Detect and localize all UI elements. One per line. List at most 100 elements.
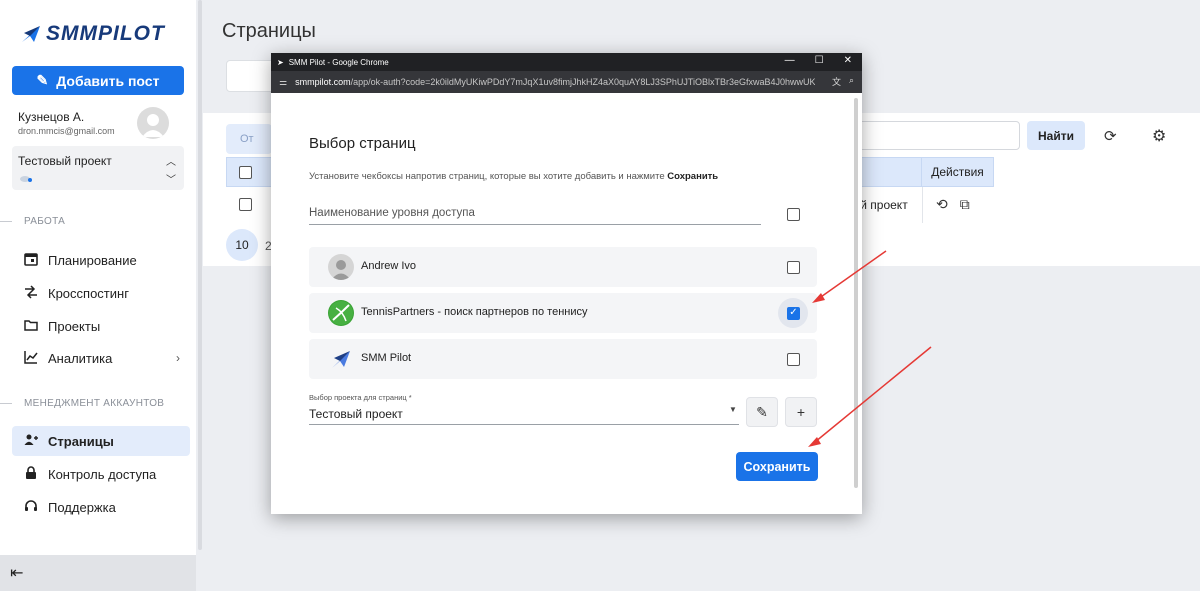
calendar-icon (24, 252, 38, 269)
collapse-icon: ⇤ (10, 565, 24, 582)
site-settings-icon[interactable]: ⚌ (279, 77, 287, 88)
section-work-label: РАБОТА (24, 216, 66, 227)
logo-rocket-icon (22, 26, 40, 42)
page-checkbox-andrew[interactable] (787, 261, 800, 274)
window-controls: — ☐ ✕ (785, 55, 852, 66)
edit-project-button[interactable]: ✎ (746, 397, 778, 427)
unlink-button[interactable]: От (226, 124, 272, 154)
sidebar-item-support[interactable]: Поддержка (12, 492, 190, 522)
add-post-label: Добавить пост (56, 72, 160, 89)
window-title: SMM Pilot - Google Chrome (288, 57, 389, 67)
project-select-value: Тестовый проект (309, 407, 403, 421)
project-select-label: Выбор проекта для страниц * (309, 393, 412, 402)
section-divider (0, 221, 12, 222)
gear-icon[interactable]: ⚙ (1152, 126, 1166, 146)
sidebar-item-crossposting[interactable]: Кросспостинг (12, 278, 190, 308)
access-level-input[interactable]: Наименование уровня доступа (309, 201, 761, 225)
sidebar-item-label: Проекты (48, 318, 101, 334)
zoom-icon[interactable]: ⌕ (849, 75, 854, 88)
crosspost-icon (24, 284, 38, 302)
chevron-down-icon[interactable]: ﹀ (166, 171, 176, 186)
sidebar: SMMPILOT ✎ Добавить пост Кузнецов А. dro… (0, 0, 196, 591)
sidebar-scrollbar[interactable] (198, 0, 202, 550)
sidebar-item-planning[interactable]: Планирование (12, 245, 190, 275)
external-link-icon[interactable]: ⧉ (960, 196, 970, 213)
sidebar-item-pages[interactable]: Страницы (12, 426, 190, 456)
plus-icon: + (796, 404, 806, 420)
add-project-button[interactable]: + (785, 397, 817, 427)
url-path: /app/ok-auth?code=2k0ildMyUKiwPDdY7mJqX1… (350, 77, 816, 87)
headset-icon (24, 499, 38, 516)
avatar[interactable] (137, 107, 169, 139)
logo[interactable]: SMMPILOT (20, 22, 165, 46)
project-select[interactable]: Тестовый проект (309, 403, 739, 425)
url-text[interactable]: smmpilot.com/app/ok-auth?code=2k0ildMyUK… (295, 77, 815, 87)
dialog-title: Выбор страниц (309, 135, 416, 152)
maximize-icon[interactable]: ☐ (815, 55, 824, 66)
dialog-hint-text: Установите чекбоксы напротив страниц, ко… (309, 171, 668, 182)
page-name: SMM Pilot (361, 352, 412, 364)
sidebar-item-access-control[interactable]: Контроль доступа (12, 459, 190, 489)
add-post-button[interactable]: ✎ Добавить пост (12, 66, 184, 95)
translate-icon[interactable]: 文 (832, 75, 841, 88)
chrome-popup-window: ➤ SMM Pilot - Google Chrome — ☐ ✕ ⚌ smmp… (271, 53, 862, 514)
add-user-icon (24, 433, 38, 450)
url-host: smmpilot.com (295, 77, 351, 87)
user-name: Кузнецов А. (18, 110, 85, 124)
window-rocket-icon: ➤ (277, 57, 284, 67)
page-checkbox-tennispartners[interactable]: ✓ (787, 307, 800, 320)
page-size-10[interactable]: 10 (226, 229, 258, 261)
chevron-right-icon: › (176, 351, 180, 365)
page-checkbox-smmpilot[interactable] (787, 353, 800, 366)
minimize-icon[interactable]: — (785, 55, 795, 66)
dialog-hint-bold: Сохранить (667, 171, 719, 182)
smmpilot-logo (328, 346, 354, 372)
lock-icon (24, 465, 38, 483)
sidebar-item-label: Поддержка (48, 499, 116, 515)
page-row-smmpilot[interactable]: SMM Pilot (309, 339, 817, 379)
popup-scrollbar[interactable] (854, 98, 858, 488)
page-row-andrew[interactable]: Andrew Ivo (309, 247, 817, 287)
project-selector[interactable]: Тестовый проект ︿ ﹀ (12, 146, 184, 190)
url-actions: 文 ⌕ (832, 75, 854, 88)
sidebar-item-label: Контроль доступа (48, 466, 157, 482)
page-row-tennispartners[interactable]: TennisPartners - поиск партнеров по тенн… (309, 293, 817, 333)
sidebar-item-projects[interactable]: Проекты (12, 311, 190, 341)
andrew-avatar (328, 254, 354, 280)
page-name: TennisPartners - поиск партнеров по тенн… (361, 306, 588, 318)
page-title: Страницы (222, 20, 316, 42)
edit-icon: ✎ (36, 72, 49, 88)
user-email: dron.mmcis@gmail.com (18, 126, 115, 136)
logo-text: SMMPILOT (46, 22, 165, 45)
project-name: Тестовый проект (18, 154, 112, 168)
caret-down-icon[interactable]: ▼ (729, 405, 737, 414)
find-button[interactable]: Найти (1027, 121, 1085, 150)
access-level-placeholder: Наименование уровня доступа (309, 207, 475, 219)
window-titlebar: ➤ SMM Pilot - Google Chrome — ☐ ✕ (271, 53, 862, 71)
search-input[interactable] (858, 121, 1020, 150)
actions-column-header: Действия (921, 158, 993, 186)
save-button[interactable]: Сохранить (736, 452, 818, 481)
section-divider (0, 403, 12, 404)
address-bar[interactable]: ⚌ smmpilot.com/app/ok-auth?code=2k0ildMy… (271, 71, 862, 93)
refresh-icon[interactable]: ⟳ (1104, 127, 1117, 145)
project-cloud-icon (20, 176, 32, 182)
sync-icon[interactable]: ⟲ (936, 196, 948, 213)
close-icon[interactable]: ✕ (844, 55, 852, 66)
collapse-sidebar-button[interactable]: ⇤ (0, 555, 196, 591)
dialog-hint: Установите чекбоксы напротив страниц, ко… (309, 171, 718, 182)
chart-icon (24, 350, 38, 367)
sidebar-item-label: Аналитика (48, 350, 113, 366)
chevron-up-icon[interactable]: ︿ (166, 153, 176, 168)
sidebar-item-analytics[interactable]: Аналитика › (12, 343, 190, 373)
page-name: Andrew Ivo (361, 260, 417, 272)
pencil-icon: ✎ (756, 403, 768, 420)
row-checkbox[interactable] (239, 198, 252, 211)
sidebar-item-label: Планирование (48, 252, 137, 268)
section-accounts-label: МЕНЕДЖМЕНТ АККАУНТОВ (24, 398, 165, 409)
folder-icon (24, 318, 38, 335)
sidebar-item-label: Кросспостинг (48, 285, 129, 301)
select-all-pages-checkbox[interactable] (787, 208, 800, 221)
sidebar-item-label: Страницы (48, 433, 114, 449)
select-all-checkbox[interactable] (239, 166, 252, 179)
